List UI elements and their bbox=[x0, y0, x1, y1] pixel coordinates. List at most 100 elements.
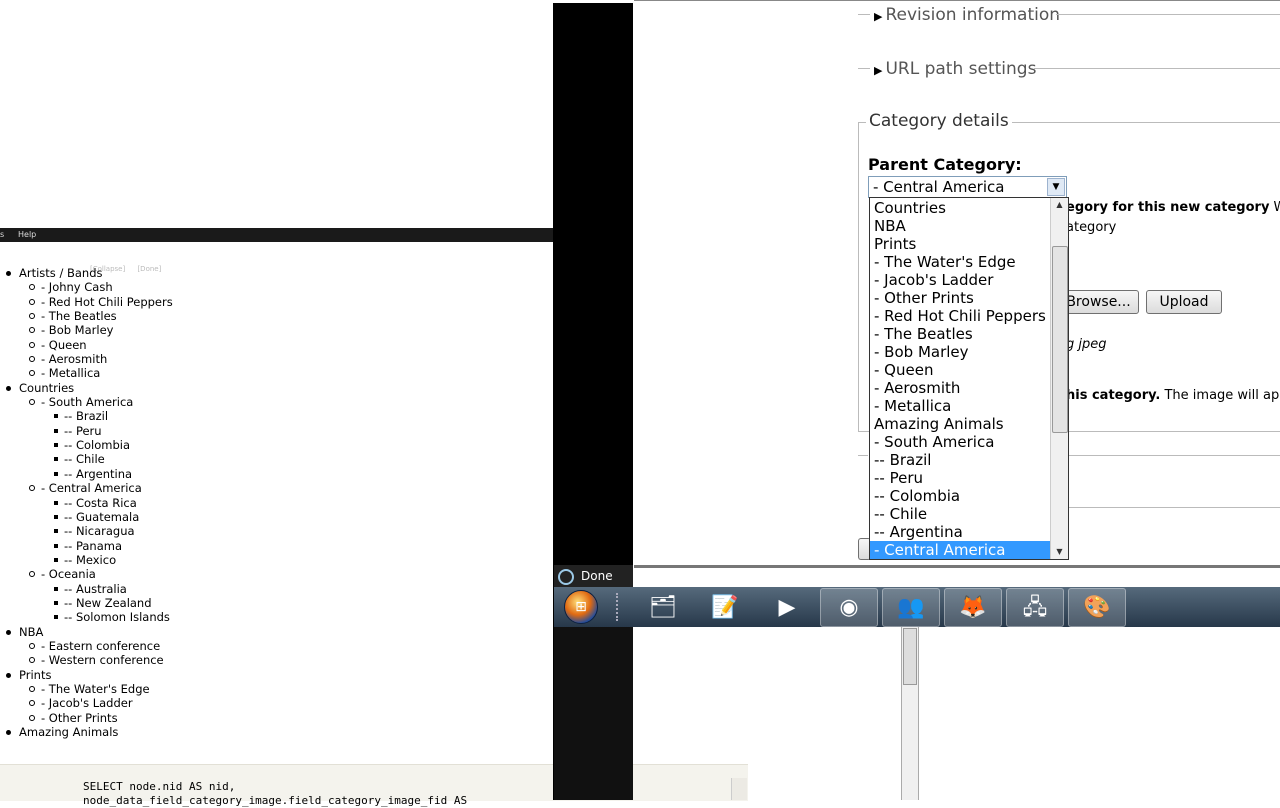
status-bar: Done bbox=[554, 565, 633, 587]
taskbar-button[interactable]: ◉ bbox=[820, 588, 878, 627]
fieldset-rule bbox=[1034, 68, 1280, 69]
menu-item-help[interactable]: Help bbox=[18, 228, 36, 242]
start-button[interactable]: ⊞ bbox=[564, 590, 598, 624]
dropdown-option[interactable]: - Metallica bbox=[870, 397, 1050, 415]
scroll-up-icon[interactable]: ▲ bbox=[1051, 198, 1068, 212]
tree-item-sub[interactable]: - Red Hot Chili Peppers bbox=[0, 295, 553, 309]
revision-info-legend[interactable]: ▶ Revision information bbox=[874, 5, 1060, 25]
tree-item-sub[interactable]: - Other Prints bbox=[0, 711, 553, 725]
dropdown-option[interactable]: -- Peru bbox=[870, 469, 1050, 487]
tree-item-leaf[interactable]: -- Chile bbox=[0, 452, 553, 466]
tree-item-leaf[interactable]: -- Nicaragua bbox=[0, 524, 553, 538]
fieldset-rule bbox=[1066, 507, 1280, 508]
taskbar-button[interactable]: 🖧 bbox=[1006, 588, 1064, 627]
upload-button[interactable]: Upload bbox=[1146, 290, 1222, 314]
fieldset-rule bbox=[858, 455, 868, 456]
chevron-down-icon[interactable]: ▼ bbox=[1047, 178, 1065, 196]
dropdown-scroll-thumb[interactable] bbox=[1052, 246, 1068, 433]
tree-item-leaf[interactable]: -- Brazil bbox=[0, 409, 553, 423]
dropdown-option[interactable]: -- Chile bbox=[870, 505, 1050, 523]
tree-item-leaf[interactable]: -- Guatemala bbox=[0, 510, 553, 524]
tree-item-leaf[interactable]: -- Peru bbox=[0, 424, 553, 438]
sql-scrollbar[interactable] bbox=[731, 778, 747, 800]
tree-item-sub[interactable]: - Metallica bbox=[0, 366, 553, 380]
tree-item-top[interactable]: Artists / Bands bbox=[0, 266, 553, 280]
dropdown-option[interactable]: - Queen bbox=[870, 361, 1050, 379]
tree-item-sub[interactable]: - Johny Cash bbox=[0, 280, 553, 294]
dropdown-option[interactable]: Amazing Animals bbox=[870, 415, 1050, 433]
url-path-legend[interactable]: ▶ URL path settings bbox=[874, 59, 1036, 79]
tree-item-leaf[interactable]: -- Colombia bbox=[0, 438, 553, 452]
tree-item-sub[interactable]: - Eastern conference bbox=[0, 639, 553, 653]
category-tree: Artists / Bands - Johny Cash - Red Hot Chi… bbox=[0, 266, 553, 739]
scroll-down-icon[interactable]: ▼ bbox=[1051, 545, 1068, 559]
taskbar-grip[interactable] bbox=[616, 593, 624, 621]
tree-item-top[interactable]: Prints bbox=[0, 668, 553, 682]
tree-item-sub[interactable]: - Central America bbox=[0, 481, 553, 495]
menu-item-fragment[interactable]: s bbox=[0, 228, 4, 242]
tree-item-sub[interactable]: - Western conference bbox=[0, 653, 553, 667]
tree-item-sub[interactable]: - The Beatles bbox=[0, 309, 553, 323]
taskbar-button[interactable]: ▶ bbox=[758, 588, 816, 627]
dropdown-option[interactable]: - Central America bbox=[870, 541, 1050, 559]
messenger-icon: 👥 bbox=[897, 595, 925, 620]
tree-item-top[interactable]: Countries bbox=[0, 381, 553, 395]
fieldset-rule bbox=[1066, 455, 1280, 456]
dropdown-option[interactable]: Prints bbox=[870, 235, 1050, 253]
image-desc-bold: his category. bbox=[1066, 388, 1161, 403]
tree-item-sub[interactable]: - Jacob's Ladder bbox=[0, 696, 553, 710]
dropdown-option[interactable]: - Jacob's Ladder bbox=[870, 271, 1050, 289]
tree-item-leaf[interactable]: -- Panama bbox=[0, 539, 553, 553]
sql-line: node_data_field_category_image.field_cat… bbox=[83, 794, 468, 807]
taskbar-button[interactable]: 🎨 bbox=[1068, 588, 1126, 627]
tree-item-leaf[interactable]: -- Australia bbox=[0, 582, 553, 596]
browse-button[interactable]: Browse... bbox=[1058, 290, 1139, 314]
tree-item-leaf[interactable]: -- Argentina bbox=[0, 467, 553, 481]
chrome-icon: ◉ bbox=[839, 595, 859, 620]
tree-item-top[interactable]: NBA bbox=[0, 625, 553, 639]
dropdown-option[interactable]: NBA bbox=[870, 217, 1050, 235]
tree-item-leaf[interactable]: -- Solomon Islands bbox=[0, 610, 553, 624]
fieldset-rule bbox=[858, 14, 870, 15]
tree-item-leaf[interactable]: -- Mexico bbox=[0, 553, 553, 567]
dropdown-option[interactable]: - South America bbox=[870, 433, 1050, 451]
dropdown-option[interactable]: - The Water's Edge bbox=[870, 253, 1050, 271]
explorer-icon: 🗂 bbox=[649, 595, 677, 620]
dropdown-option[interactable]: Countries bbox=[870, 199, 1050, 217]
tree-item-sub[interactable]: - Oceania bbox=[0, 567, 553, 581]
dropdown-option[interactable]: - Other Prints bbox=[870, 289, 1050, 307]
taskbar-button[interactable]: 📝 bbox=[696, 588, 754, 627]
dropdown-option[interactable]: -- Colombia bbox=[870, 487, 1050, 505]
taskbar-button[interactable]: 🗂 bbox=[634, 588, 692, 627]
parent-category-select[interactable]: - Central America ▼ bbox=[868, 176, 1067, 198]
tree-item-leaf[interactable]: -- New Zealand bbox=[0, 596, 553, 610]
sql-line: SELECT node.nid AS nid, bbox=[83, 780, 236, 793]
dropdown-option[interactable]: -- Brazil bbox=[870, 451, 1050, 469]
parent-category-label: Parent Category: bbox=[868, 155, 1022, 174]
tree-item-top[interactable]: Amazing Animals bbox=[0, 725, 553, 739]
taskbar-button[interactable]: 👥 bbox=[882, 588, 940, 627]
dropdown-option[interactable]: - Bob Marley bbox=[870, 343, 1050, 361]
window-bottom-edge bbox=[634, 565, 1280, 568]
dropdown-option[interactable]: -- Argentina bbox=[870, 523, 1050, 541]
parent-category-dropdown[interactable]: Countries NBA Prints - The Water's Edge - Ja… bbox=[869, 197, 1069, 560]
tree-item-sub[interactable]: - South America bbox=[0, 395, 553, 409]
top-edge bbox=[553, 0, 633, 3]
category-description-2: ategory bbox=[1066, 220, 1117, 235]
tree-item-sub[interactable]: - Aerosmith bbox=[0, 352, 553, 366]
taskbar-button[interactable]: 🦊 bbox=[944, 588, 1002, 627]
parent-category-value: - Central America bbox=[873, 178, 1005, 196]
dropdown-option[interactable]: - The Beatles bbox=[870, 325, 1050, 343]
tree-item-sub[interactable]: - Bob Marley bbox=[0, 323, 553, 337]
tree-item-sub[interactable]: - Queen bbox=[0, 338, 553, 352]
category-tree-list: Artists / Bands - Johny Cash - Red Hot Chi… bbox=[0, 266, 553, 739]
description-bold: egory for this new category bbox=[1066, 200, 1270, 215]
tree-item-leaf[interactable]: -- Costa Rica bbox=[0, 496, 553, 510]
dropdown-option[interactable]: - Red Hot Chili Peppers bbox=[870, 307, 1050, 325]
tree-item-sub[interactable]: - The Water's Edge bbox=[0, 682, 553, 696]
network-tool-icon: 🖧 bbox=[1022, 595, 1048, 620]
dropdown-scrollbar[interactable]: ▲ ▼ bbox=[1050, 198, 1068, 559]
scrollbar-thumb[interactable] bbox=[903, 628, 917, 685]
dropdown-option[interactable]: - Aerosmith bbox=[870, 379, 1050, 397]
dropdown-options: Countries NBA Prints - The Water's Edge - Ja… bbox=[870, 199, 1050, 559]
